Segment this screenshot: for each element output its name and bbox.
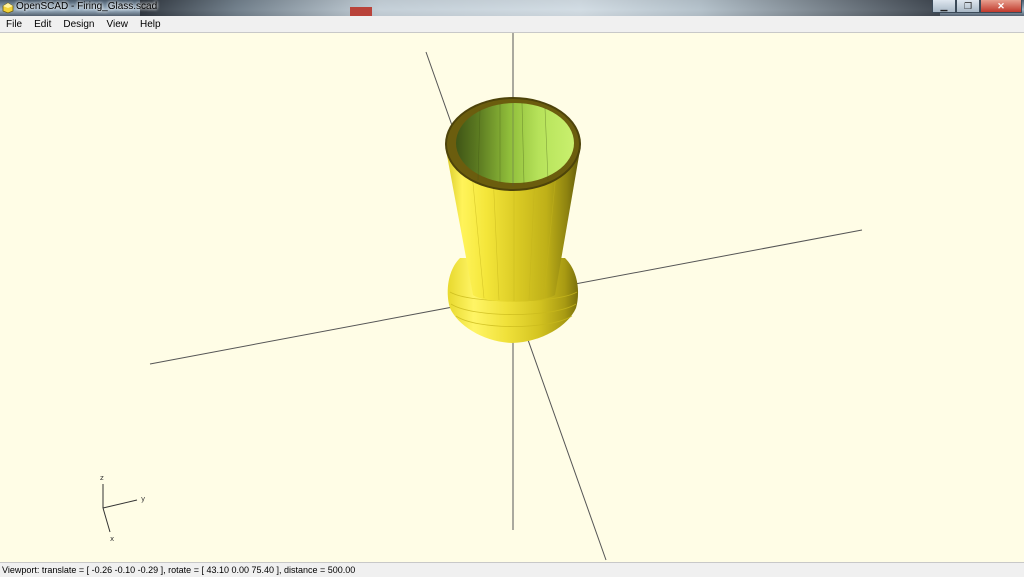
maximize-button[interactable]: ❐ <box>956 0 980 13</box>
indicator-y-axis <box>102 499 138 509</box>
menu-bar: File Edit Design View Help <box>0 16 1024 33</box>
menu-file[interactable]: File <box>0 19 28 30</box>
indicator-x-label: x <box>110 535 114 543</box>
window-controls: ▁ ❐ ✕ <box>932 0 1022 13</box>
background-window-detail <box>350 7 372 16</box>
window-title: OpenSCAD - Firing_Glass.scad <box>16 1 158 12</box>
menu-edit[interactable]: Edit <box>28 19 57 30</box>
glass-inner-cavity <box>456 103 574 183</box>
menu-view[interactable]: View <box>101 19 135 30</box>
openscad-app-icon <box>2 2 14 14</box>
indicator-y-label: y <box>141 495 145 503</box>
menu-design[interactable]: Design <box>57 19 100 30</box>
3d-viewport[interactable]: z y x <box>0 33 1024 561</box>
title-bar[interactable]: OpenSCAD - Firing_Glass.scad ▁ ❐ ✕ <box>0 0 1024 16</box>
indicator-x-axis <box>102 507 111 533</box>
menu-help[interactable]: Help <box>134 19 167 30</box>
status-bar: Viewport: translate = [ -0.26 -0.10 -0.2… <box>0 562 1024 577</box>
indicator-z-label: z <box>100 474 104 482</box>
minimize-button[interactable]: ▁ <box>932 0 956 13</box>
background-window-strip <box>140 0 940 16</box>
close-button[interactable]: ✕ <box>980 0 1022 13</box>
axis-orientation-indicator <box>102 484 138 533</box>
